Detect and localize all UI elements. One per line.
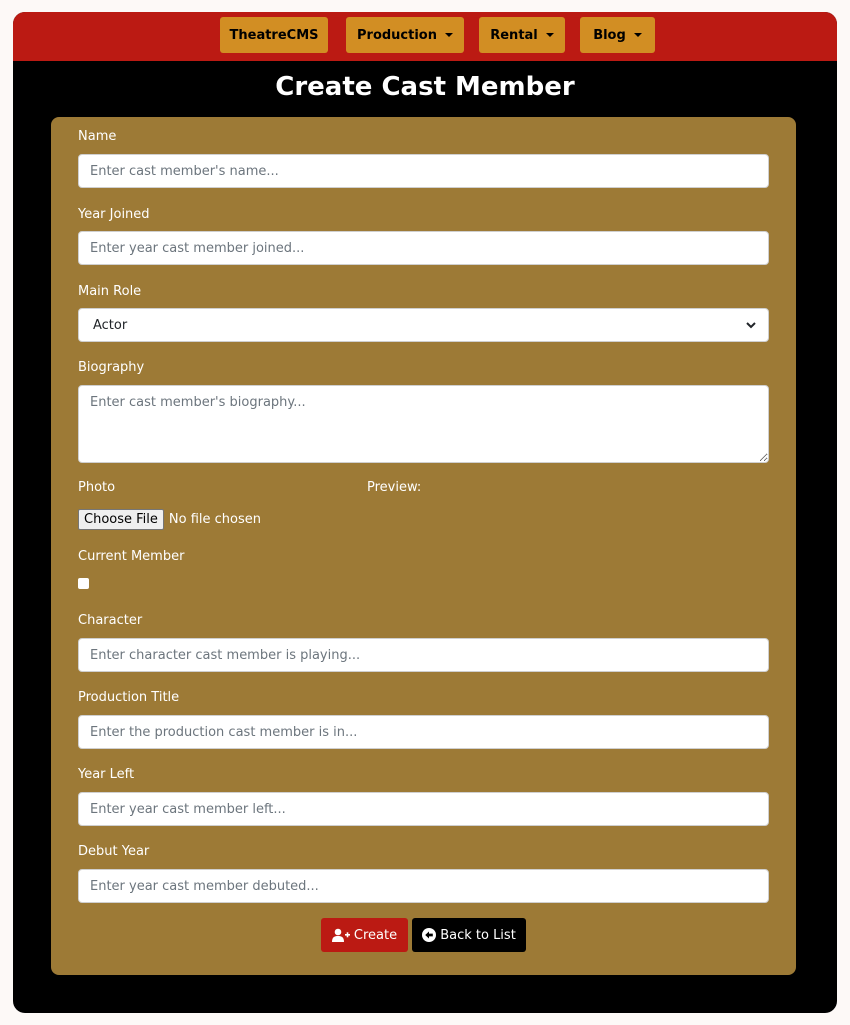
year-joined-input[interactable]	[78, 231, 769, 265]
debut-year-input[interactable]	[78, 869, 769, 903]
nav-blog-label: Blog	[593, 27, 626, 43]
caret-down-icon	[633, 33, 642, 37]
nav-brand-label: TheatreCMS	[229, 27, 319, 43]
preview-label: Preview:	[367, 480, 422, 495]
arrow-circle-left-icon	[422, 928, 437, 942]
main-role-label: Main Role	[78, 284, 142, 299]
nav-production-label: Production	[357, 27, 437, 43]
caret-down-icon	[545, 33, 554, 37]
back-to-list-label: Back to List	[440, 927, 516, 943]
nav-blog-dropdown[interactable]: Blog	[580, 17, 655, 53]
photo-label: Photo	[78, 480, 116, 495]
year-joined-label: Year Joined	[78, 207, 150, 222]
create-button[interactable]: Create	[321, 918, 408, 952]
main-role-selected-value: Actor	[93, 317, 128, 333]
production-title-input[interactable]	[78, 715, 769, 749]
main-role-select[interactable]: Actor	[78, 308, 769, 342]
choose-file-button[interactable]: Choose File	[78, 508, 164, 530]
nav-rental-dropdown[interactable]: Rental	[479, 17, 565, 53]
biography-textarea[interactable]	[78, 385, 769, 463]
nav-production-dropdown[interactable]: Production	[346, 17, 464, 53]
current-member-label: Current Member	[78, 549, 185, 564]
character-label: Character	[78, 613, 143, 628]
create-cast-member-form: Name Year Joined Main Role Actor Biograp…	[51, 117, 796, 975]
caret-down-icon	[445, 33, 453, 37]
production-title-label: Production Title	[78, 690, 180, 705]
name-label: Name	[78, 129, 117, 144]
biography-label: Biography	[78, 360, 145, 375]
year-left-label: Year Left	[78, 767, 135, 782]
user-plus-icon	[331, 928, 350, 942]
file-status-text: No file chosen	[168, 511, 261, 527]
year-left-input[interactable]	[78, 792, 769, 826]
photo-file-input[interactable]: Choose File No file chosen	[78, 508, 261, 530]
page-title: Create Cast Member	[275, 72, 575, 102]
nav-brand-button[interactable]: TheatreCMS	[220, 17, 328, 53]
current-member-checkbox[interactable]	[78, 578, 89, 589]
chevron-down-icon	[746, 322, 756, 329]
debut-year-label: Debut Year	[78, 844, 150, 859]
navbar: TheatreCMS Production Rental Blog	[13, 12, 837, 61]
back-to-list-button[interactable]: Back to List	[412, 918, 526, 952]
character-input[interactable]	[78, 638, 769, 672]
name-input[interactable]	[78, 154, 769, 188]
nav-rental-label: Rental	[490, 27, 538, 43]
create-button-label: Create	[353, 927, 398, 943]
app-frame: TheatreCMS Production Rental Blog Create…	[13, 12, 837, 1013]
